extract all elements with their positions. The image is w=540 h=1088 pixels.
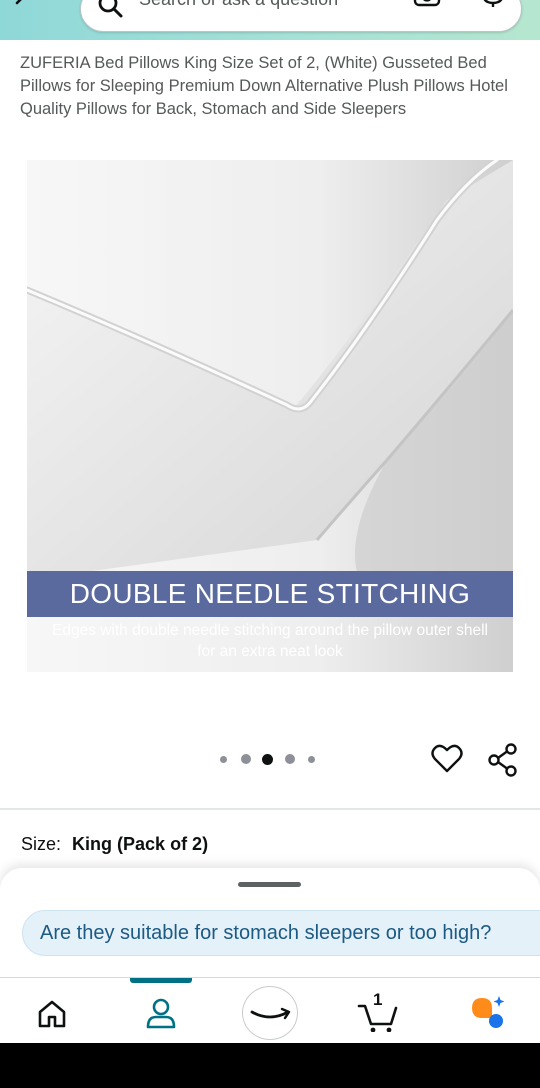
carousel-dot[interactable] xyxy=(262,753,273,765)
search-input[interactable]: Search or ask a question xyxy=(139,0,338,10)
share-icon[interactable] xyxy=(487,743,519,777)
home-icon[interactable] xyxy=(36,998,68,1030)
product-image[interactable]: DOUBLE NEEDLE STITCHING Edges with doubl… xyxy=(27,160,513,672)
cart-button[interactable]: 1 xyxy=(356,990,400,1032)
image-banner: DOUBLE NEEDLE STITCHING xyxy=(27,571,513,617)
cart-count-badge: 1 xyxy=(373,990,383,1009)
search-icon xyxy=(98,0,123,18)
bottom-nav: 1 xyxy=(0,977,540,1043)
nav-active-indicator xyxy=(130,978,192,983)
suggested-question-chip[interactable]: Are they suitable for stomach sleepers o… xyxy=(22,910,540,956)
carousel-dot[interactable] xyxy=(308,755,315,763)
carousel-dot[interactable] xyxy=(284,754,295,764)
sheet-drag-handle[interactable] xyxy=(238,882,301,887)
heart-icon[interactable] xyxy=(431,743,463,775)
product-title: ZUFERIA Bed Pillows King Size Set of 2, … xyxy=(20,54,508,118)
size-selector[interactable]: Size: King (Pack of 2) xyxy=(21,834,208,855)
menu-icon[interactable] xyxy=(468,994,508,1030)
section-divider xyxy=(0,808,540,810)
size-label: Size: xyxy=(21,834,62,854)
system-navigation-bar xyxy=(0,1043,540,1088)
top-header: Search or ask a question xyxy=(0,0,540,40)
size-value: King (Pack of 2) xyxy=(72,834,209,854)
carousel-dot[interactable] xyxy=(220,755,227,763)
ai-question-sheet[interactable]: Are they suitable for stomach sleepers o… xyxy=(0,868,540,978)
account-icon[interactable] xyxy=(144,996,178,1030)
carousel-dot[interactable] xyxy=(240,754,251,764)
carousel-dots[interactable] xyxy=(218,752,328,766)
camera-lens-icon[interactable] xyxy=(413,0,441,17)
chevron-left-icon[interactable] xyxy=(10,0,38,14)
microphone-icon[interactable] xyxy=(479,0,507,17)
amazon-smile-icon xyxy=(250,1007,291,1020)
amazon-smile-button[interactable] xyxy=(242,986,298,1040)
image-caption: Edges with double needle stitching aroun… xyxy=(51,622,488,660)
search-bar[interactable]: Search or ask a question xyxy=(80,0,522,32)
suggested-question-text: Are they suitable for stomach sleepers o… xyxy=(40,922,492,944)
